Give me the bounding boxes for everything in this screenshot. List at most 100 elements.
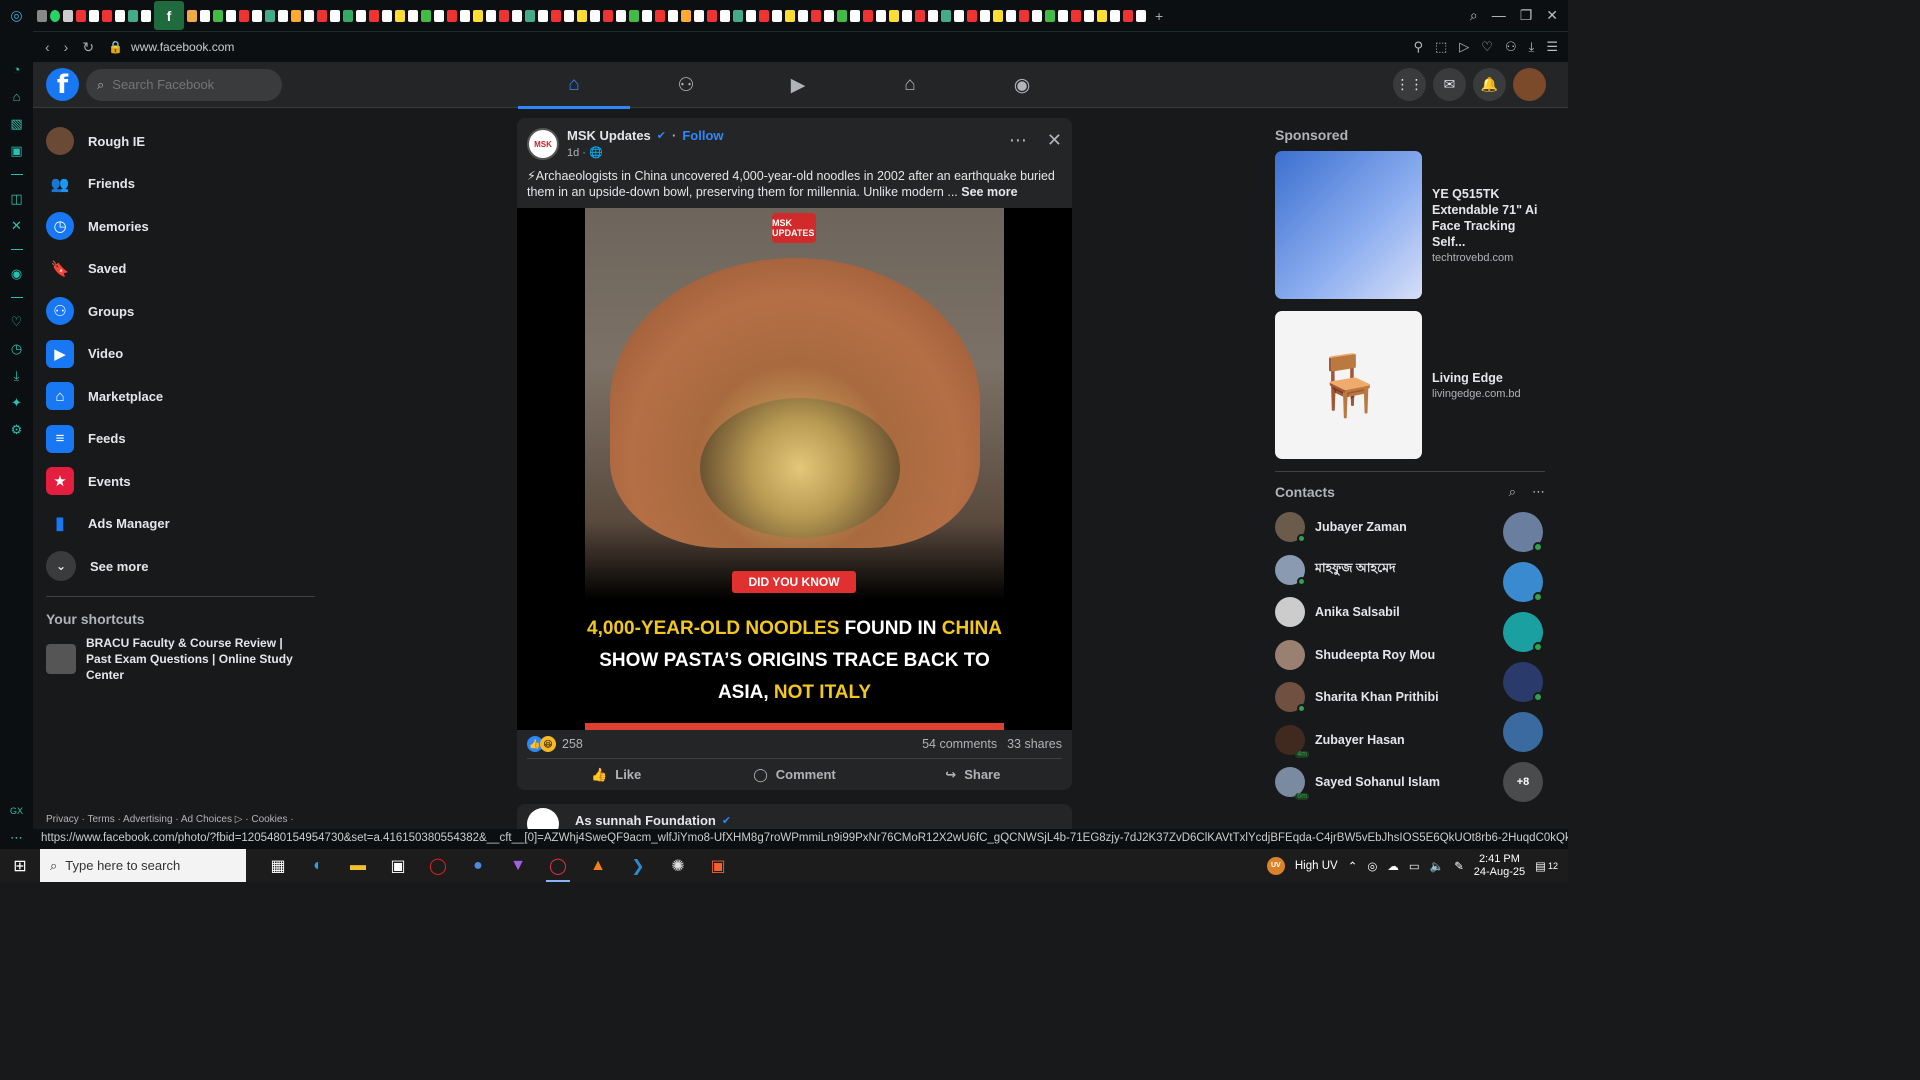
tab-favicon[interactable] [369, 9, 379, 22]
contacts-options-icon[interactable]: ⋯ [1532, 484, 1545, 500]
tab-favicon[interactable] [967, 9, 977, 22]
tab-favicon[interactable] [889, 9, 899, 22]
favorites-icon[interactable]: ♡ [0, 308, 33, 335]
tab-favicon[interactable] [603, 9, 613, 22]
more-icon[interactable]: ⋯ [0, 824, 33, 851]
post-image[interactable]: MSK UPDATES DID YOU KNOW 4,000-YEAR-OLD … [517, 208, 1072, 730]
tab-favicon[interactable] [876, 9, 886, 22]
tab-favicon[interactable] [434, 9, 444, 22]
search-box[interactable]: ⌕ [86, 68, 282, 101]
extensions-icon[interactable]: ✦ [0, 389, 33, 416]
tab-favicon[interactable] [291, 9, 301, 22]
tab-favicon[interactable] [941, 9, 951, 22]
messenger-side-icon[interactable]: ▣ [0, 137, 33, 164]
tab-favicon[interactable] [629, 9, 639, 22]
page-avatar[interactable]: MSK [527, 128, 559, 160]
easy-setup-icon[interactable]: ☰ [1546, 39, 1558, 55]
tab-favicon[interactable] [590, 9, 600, 22]
chat-head[interactable] [1503, 612, 1543, 652]
tab-favicon[interactable] [681, 9, 691, 22]
tab-favicon[interactable] [50, 9, 60, 22]
tab-favicon[interactable] [1045, 9, 1055, 22]
pin-icon[interactable]: ⚲ [1413, 39, 1423, 55]
tab-favicon[interactable] [200, 9, 210, 22]
tab-favicon[interactable] [694, 9, 704, 22]
sidebar-item-profile[interactable]: Rough IE [33, 120, 333, 163]
tab-favicon[interactable] [538, 9, 548, 22]
tab-favicon[interactable] [785, 9, 795, 22]
network-icon[interactable]: ▭ [1409, 859, 1420, 873]
tab-favicon[interactable] [278, 9, 288, 22]
tab-favicon[interactable] [382, 9, 392, 22]
tab-favicon[interactable] [408, 9, 418, 22]
tab-favicon[interactable] [1019, 9, 1029, 22]
sponsored-ad[interactable]: 🪑 Living Edge livingedge.com.bd [1265, 311, 1555, 459]
sidebar-item-see-more[interactable]: ⌄ See more [33, 545, 333, 588]
search-contacts-icon[interactable]: ⌕ [1509, 484, 1516, 500]
tab-favicon[interactable] [954, 9, 964, 22]
tab-favicon[interactable] [226, 9, 236, 22]
tab-favicon[interactable] [330, 9, 340, 22]
opera-gx-taskbar-icon[interactable]: ◯ [538, 849, 578, 882]
tab-favicon[interactable] [421, 9, 431, 22]
heart-icon[interactable]: ♡ [1481, 39, 1493, 55]
chat-head[interactable] [1503, 712, 1543, 752]
tab-favicon[interactable] [1032, 9, 1042, 22]
opera-icon[interactable]: ◯ [418, 849, 458, 882]
tab-favicon[interactable] [395, 9, 405, 22]
tab-favicon[interactable] [850, 9, 860, 22]
taskbar-search[interactable]: ⌕ Type here to search [40, 849, 246, 882]
tab-favicon[interactable] [304, 9, 314, 22]
back-icon[interactable]: ‹ [45, 39, 50, 56]
tab-favicon[interactable] [356, 9, 366, 22]
qbittorrent-icon[interactable]: ● [458, 849, 498, 882]
shortcut-item[interactable]: BRACU Faculty & Course Review | Past Exa… [33, 635, 333, 683]
url-field[interactable]: 🔒 www.facebook.com [108, 40, 234, 54]
download-icon[interactable]: ⤓ [1529, 39, 1535, 55]
clock[interactable]: 2:41 PM 24-Aug-25 [1474, 853, 1525, 879]
tab-favicon[interactable] [76, 9, 86, 22]
tab-favicon[interactable] [265, 9, 275, 22]
tab-favicon[interactable] [37, 9, 47, 22]
post-time[interactable]: 1d · 🌐 [567, 146, 724, 159]
pen-icon[interactable]: ✎ [1454, 859, 1464, 873]
tab-favicon[interactable] [824, 9, 834, 22]
proton-vpn-icon[interactable]: ▼ [498, 849, 538, 882]
tab-favicon[interactable] [1123, 9, 1133, 22]
opera-gx-icon[interactable]: ◎ [0, 0, 33, 31]
vpn-icon[interactable]: ⚇ [1505, 39, 1517, 55]
tab-favicon[interactable] [525, 9, 535, 22]
minimize-icon[interactable]: — [1492, 7, 1506, 24]
tab-favicon[interactable] [902, 9, 912, 22]
comments-count[interactable]: 54 comments [922, 737, 997, 751]
chat-head[interactable] [1503, 512, 1543, 552]
account-avatar[interactable] [1513, 68, 1546, 101]
cloud-icon[interactable]: ☁ [1387, 859, 1399, 873]
sidebar-item-friends[interactable]: 👥 Friends [33, 163, 333, 206]
like-button[interactable]: 👍 Like [527, 759, 705, 790]
tab-favicon[interactable] [1110, 9, 1120, 22]
tab-favicon[interactable] [486, 9, 496, 22]
tab-favicon[interactable] [928, 9, 938, 22]
tray-chevron-icon[interactable]: ⌃ [1348, 859, 1358, 873]
tab-favicon[interactable] [1097, 9, 1107, 22]
tab-favicon[interactable] [720, 9, 730, 22]
chat-head[interactable] [1503, 662, 1543, 702]
tab-favicon[interactable] [733, 9, 743, 22]
tab-favicon[interactable] [115, 9, 125, 22]
share-button[interactable]: ↪ Share [884, 759, 1062, 790]
footer-links[interactable]: Privacy · Terms · Advertising · Ad Choic… [46, 814, 294, 825]
tab-favicon[interactable] [447, 9, 457, 22]
tab-favicon[interactable] [798, 9, 808, 22]
sidebar-item-feeds[interactable]: ≡ Feeds [33, 418, 333, 461]
app-icon[interactable]: ▣ [698, 849, 738, 882]
speed-dial-icon[interactable]: ◔ [0, 56, 33, 83]
tab-favicon[interactable] [863, 9, 873, 22]
sidebar-item-memories[interactable]: ◷ Memories [33, 205, 333, 248]
twitch-icon[interactable]: ◫ [0, 185, 33, 212]
video-tab-icon[interactable]: ▶ [742, 62, 854, 108]
reload-icon[interactable]: ↻ [82, 39, 94, 56]
close-window-icon[interactable]: ✕ [1546, 7, 1558, 24]
more-options-icon[interactable]: ⋯ [1009, 130, 1027, 151]
task-view-icon[interactable]: ▦ [258, 849, 298, 882]
